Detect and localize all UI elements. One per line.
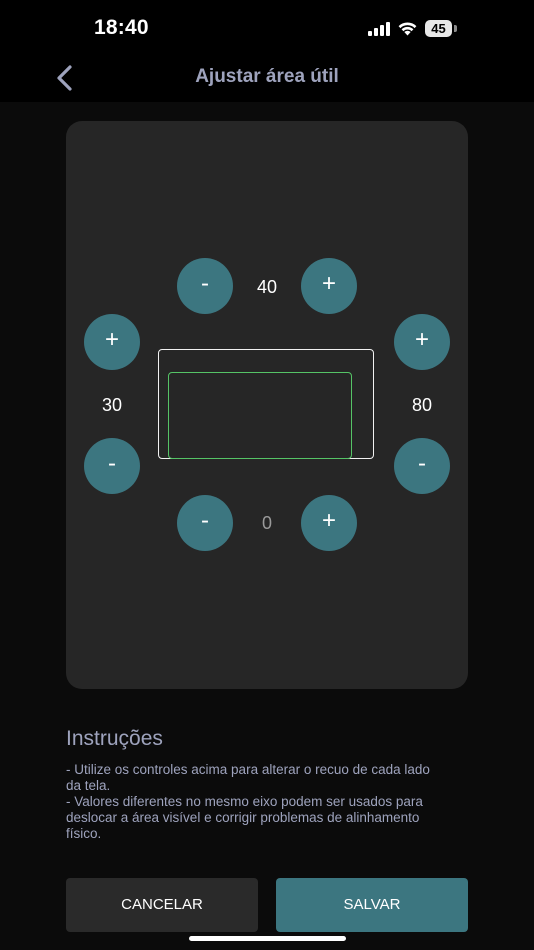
right-value: 80 [411,395,433,415]
save-button[interactable]: SALVAR [276,878,468,932]
left-plus-button[interactable]: + [84,314,140,370]
battery-tip [454,25,457,32]
instructions-title: Instruções [66,727,163,750]
status-time: 18:40 [94,16,149,39]
top-value: 40 [256,277,278,297]
top-minus-button[interactable]: - [177,258,233,314]
left-value: 30 [101,395,123,415]
instruction-line: - Utilize os controles acima para altera… [66,762,430,793]
bottom-value: 0 [261,513,272,533]
nav-bar: Ajustar área útil [0,56,534,102]
left-minus-button[interactable]: - [84,438,140,494]
status-bar: 18:40 45 [0,0,534,56]
wifi-icon [398,22,417,36]
instructions-text: - Utilize os controles acima para altera… [66,762,446,842]
signal-icon [368,22,390,36]
bottom-plus-button[interactable]: + [301,495,357,551]
top-plus-button[interactable]: + [301,258,357,314]
page-title: Ajustar área útil [195,66,339,87]
right-plus-button[interactable]: + [394,314,450,370]
battery-icon: 45 [425,20,452,37]
instruction-line: - Valores diferentes no mesmo eixo podem… [66,794,423,841]
cancel-button[interactable]: CANCELAR [66,878,258,932]
useful-area-preview [168,372,352,459]
bottom-minus-button[interactable]: - [177,495,233,551]
home-indicator [189,936,346,941]
right-minus-button[interactable]: - [394,438,450,494]
